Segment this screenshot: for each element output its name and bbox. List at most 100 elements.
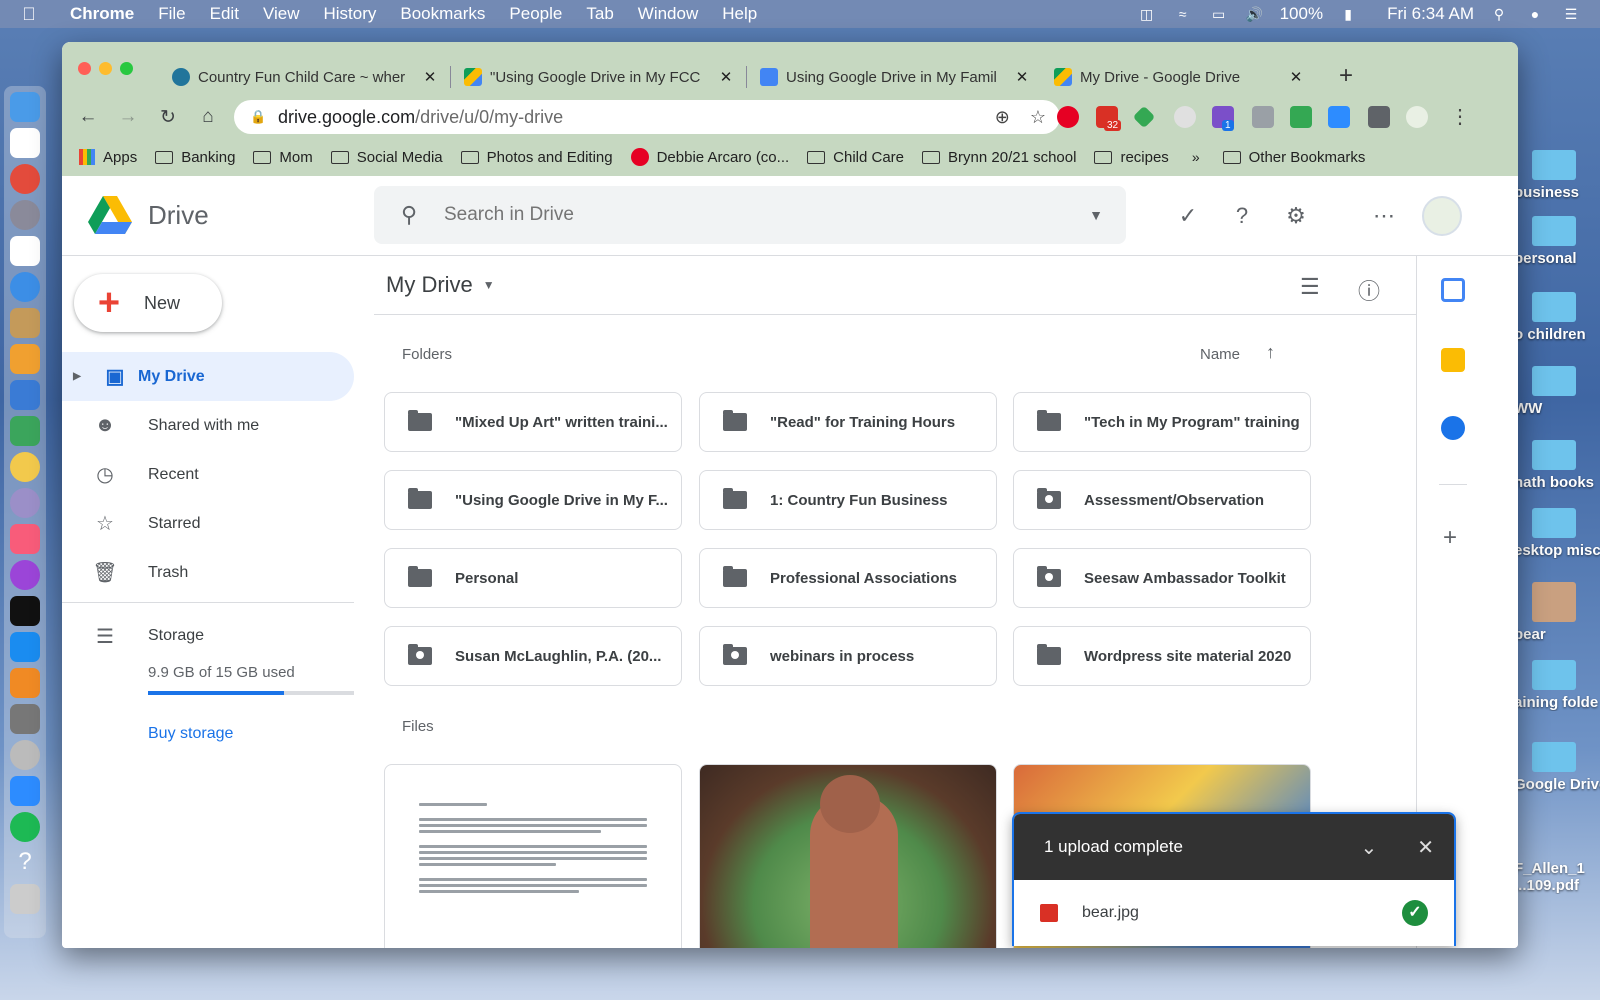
folder-card[interactable]: "Read" for Training Hours [699,392,997,452]
desktop-file-pdf[interactable]: F_Allen_1 ...109.pdf [1514,860,1600,894]
search-icon[interactable]: ⚲ [374,202,444,228]
forward-icon[interactable]: → [108,106,148,128]
menu-history[interactable]: History [311,4,388,24]
minimize-window-icon[interactable] [99,62,112,75]
nav-trash[interactable]: 🗑 Trash [62,548,354,597]
extensions-puzzle-icon[interactable] [1368,106,1390,128]
safari-icon[interactable] [10,272,40,302]
address-bar[interactable]: 🔒 drive.google.com/drive/u/0/my-drive ⊕ … [234,100,1060,134]
nav-storage[interactable]: ☰ Storage [62,616,354,656]
folder-card[interactable]: Assessment/Observation [1013,470,1311,530]
folder-card[interactable]: Seesaw Ambassador Toolkit [1013,548,1311,608]
calendar-addon-icon[interactable] [1441,278,1465,302]
menu-help[interactable]: Help [710,4,769,24]
menu-file[interactable]: File [146,4,197,24]
file-card-bear[interactable] [699,764,997,948]
menu-edit[interactable]: Edit [198,4,251,24]
time-machine-icon[interactable]: ◫ [1136,6,1158,22]
info-icon[interactable]: ⓘ [1358,274,1380,306]
battery-percent[interactable]: 100% [1280,4,1323,24]
podcasts-icon[interactable] [10,560,40,590]
bookmark-banking[interactable]: Banking [146,149,244,166]
search-bar[interactable]: ⚲ ▼ [374,186,1126,244]
settings-gear-icon[interactable]: ⚙ [1282,202,1310,230]
bookmark-mom[interactable]: Mom [244,149,321,166]
menu-tab[interactable]: Tab [574,4,625,24]
menu-view[interactable]: View [251,4,312,24]
finder-icon[interactable] [10,92,40,122]
notes-app-icon[interactable] [10,308,40,338]
nav-recent[interactable]: ◷ Recent [62,450,354,499]
folder-card[interactable]: 1: Country Fun Business [699,470,997,530]
bookmark-other[interactable]: Other Bookmarks [1214,149,1375,166]
bookmark-social-media[interactable]: Social Media [322,149,452,166]
nav-shared-with-me[interactable]: ☻ Shared with me [62,401,354,450]
tab-my-drive[interactable]: My Drive - Google Drive ✕ [1044,58,1314,96]
desktop-file-bear[interactable]: bear [1514,582,1600,643]
desktop-folder[interactable]: personal [1514,216,1600,267]
upload-item[interactable]: bear.jpg ✓ [1014,880,1454,946]
photos-icon[interactable] [10,452,40,482]
maximize-window-icon[interactable] [120,62,133,75]
nav-starred[interactable]: ☆ Starred [62,499,354,548]
desktop-folder[interactable]: nath books [1514,440,1600,491]
keep-addon-icon[interactable] [1441,348,1465,372]
bookmark-star-icon[interactable]: ☆ [1030,107,1046,128]
profile-avatar-icon[interactable] [1406,106,1428,128]
bookmark-recipes[interactable]: recipes [1085,149,1177,166]
tab-close-icon[interactable]: ✕ [422,68,438,86]
google-apps-icon[interactable]: ⋯ [1370,202,1398,230]
bookmark-apps[interactable]: Apps [70,149,146,166]
desktop-folder[interactable]: o children [1514,292,1600,343]
tab-country-fun[interactable]: Country Fun Child Care ~ wher ✕ [162,58,448,96]
launchpad-icon[interactable] [10,200,40,230]
home-icon[interactable]: ⌂ [188,106,228,128]
trash-dock-icon[interactable] [10,884,40,914]
pinterest-extension-icon[interactable] [1057,106,1079,128]
airplay-icon[interactable]: ▭ [1208,6,1230,22]
close-icon[interactable]: ✕ [1417,835,1434,860]
folder-card[interactable]: "Mixed Up Art" written traini... [384,392,682,452]
numbers-icon[interactable] [10,416,40,446]
menu-people[interactable]: People [497,4,574,24]
tab-close-icon[interactable]: ✕ [1288,68,1304,86]
menu-app-name[interactable]: Chrome [58,4,146,24]
back-icon[interactable]: ← [68,106,108,128]
menubar-clock[interactable]: Fri 6:34 AM [1387,4,1474,24]
collapse-chevron-icon[interactable]: ⌄ [1360,835,1377,860]
spotify-icon[interactable] [10,812,40,842]
notification-center-icon[interactable]: ☰ [1560,6,1582,22]
desktop-folder[interactable]: esktop misc [1514,508,1600,559]
tab-using-drive-family[interactable]: Using Google Drive in My Famil ✕ [750,58,1040,96]
siri-icon[interactable]: ● [1524,6,1546,22]
close-window-icon[interactable] [78,62,91,75]
dropbox-extension-icon[interactable] [1252,106,1274,128]
bookmark-photos-editing[interactable]: Photos and Editing [452,149,622,166]
feedly-extension-icon[interactable] [1132,105,1156,129]
battery-icon[interactable]: ▮ [1337,6,1359,22]
desktop-folder[interactable]: aining folde [1514,660,1600,711]
desktop-folder[interactable]: business [1514,150,1600,201]
buy-storage-link[interactable]: Buy storage [148,725,354,743]
classroom-extension-icon[interactable] [1290,106,1312,128]
bookmark-debbie-arcaro[interactable]: Debbie Arcaro (co... [622,148,799,166]
menu-bookmarks[interactable]: Bookmarks [388,4,497,24]
spotlight-search-icon[interactable]: ⚲ [1488,6,1510,22]
list-view-icon[interactable]: ☰ [1300,274,1320,300]
folder-card[interactable]: Wordpress site material 2020 [1013,626,1311,686]
search-input[interactable] [444,204,1044,226]
books-icon[interactable] [10,668,40,698]
reload-icon[interactable]: ↻ [148,106,188,129]
search-options-icon[interactable]: ▼ [1066,207,1126,223]
menu-window[interactable]: Window [626,4,710,24]
folder-card[interactable]: "Tech in My Program" training [1013,392,1311,452]
disabled-app-icon[interactable] [10,740,40,770]
desktop-folder[interactable]: Google Drive [1514,742,1600,793]
zoom-icon[interactable] [10,776,40,806]
install-app-icon[interactable]: ⊕ [995,107,1010,128]
system-preferences-icon[interactable] [10,704,40,734]
apple-tv-icon[interactable] [10,596,40,626]
account-avatar[interactable] [1422,196,1462,236]
bookmark-brynn-school[interactable]: Brynn 20/21 school [913,149,1085,166]
desktop-folder[interactable]: WW [1514,366,1600,417]
